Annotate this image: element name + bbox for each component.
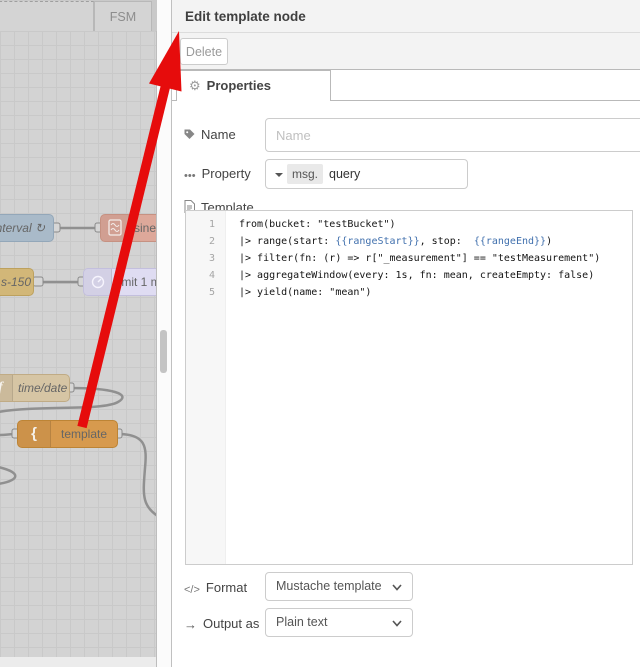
node-label: sineW: [134, 221, 157, 235]
workspace-tab-bar: FSM: [0, 0, 157, 31]
canvas-horizontal-scroll-track: [0, 657, 156, 667]
code-line: |> filter(fn: (r) => r["_measurement"] =…: [239, 253, 601, 264]
code-line: |> aggregateWindow(every: 1s, fn: mean, …: [239, 270, 595, 281]
output-as-label: → Output as: [184, 616, 260, 632]
format-select-value: Mustache template: [276, 579, 382, 593]
output-as-select[interactable]: Plain text: [265, 608, 413, 637]
template-brace-icon: {: [18, 421, 51, 447]
tab-properties[interactable]: ⚙ Properties: [176, 70, 331, 101]
node-label: time/date: [18, 381, 68, 395]
node-sinewave: sineW: [100, 214, 157, 242]
code-line: |> yield(name: "mean"): [239, 287, 372, 298]
code-brackets-icon: </>: [184, 584, 200, 596]
node-label: template: [60, 427, 108, 441]
workspace-tab-fsm: FSM: [94, 1, 152, 31]
format-label: </> Format: [184, 580, 248, 596]
property-typed-input[interactable]: msg. query: [265, 159, 468, 189]
flow-wires: [0, 222, 156, 517]
node-label: interval ↻: [0, 221, 46, 235]
node-label: limit 1 ms: [116, 275, 156, 289]
template-code-editor[interactable]: 12345 from(bucket: "testBucket") |> range…: [185, 210, 633, 565]
name-label: Name: [184, 127, 236, 142]
chevron-down-icon: [392, 584, 402, 591]
node-s150: s-150: [0, 268, 34, 296]
editor-code[interactable]: from(bucket: "testBucket") |> range(start…: [227, 211, 632, 564]
flow-workspace: FSM terval ↻ sine s-150 limit 1 time/dat…: [0, 0, 157, 667]
tray-tab-bar: ⚙ Properties: [172, 70, 640, 101]
property-value[interactable]: query: [329, 160, 360, 188]
canvas-scrollbar-track: [157, 0, 171, 667]
node-red-editor: FSM terval ↻ sine s-150 limit 1 time/dat…: [0, 0, 640, 667]
arrow-right-icon: →: [184, 617, 197, 632]
property-type-chip[interactable]: msg.: [287, 164, 324, 184]
edit-tray: Edit template node Delete ⚙ Properties Na…: [171, 0, 640, 667]
port-s150-out: [32, 276, 44, 287]
wire-edge-arc: [0, 466, 17, 485]
tag-icon: [184, 129, 195, 139]
node-label: s-150: [1, 275, 32, 289]
tray-form: Name •••Property msg. query Template 123…: [172, 101, 640, 667]
ellipsis-icon: •••: [184, 170, 196, 182]
wire-template-out: [117, 432, 156, 517]
node-template: { template: [17, 420, 118, 448]
flow-canvas: interval ↻ sineW s-150: [0, 31, 157, 667]
tray-toolbar: Delete: [172, 33, 640, 70]
chevron-down-icon: [392, 620, 402, 627]
format-select[interactable]: Mustache template: [265, 572, 413, 601]
tray-title: Edit template node: [172, 0, 640, 33]
code-line: |> range(start: {{rangeStart}}, stop: {{…: [239, 236, 553, 247]
delete-button[interactable]: Delete: [180, 38, 228, 65]
limit-clock-icon: [84, 269, 112, 295]
workspace-tab-partial: [0, 1, 94, 31]
name-input[interactable]: [265, 118, 640, 152]
output-select-value: Plain text: [276, 615, 328, 629]
node-limit: limit 1 ms: [83, 268, 156, 296]
sine-wave-icon: [101, 215, 129, 241]
tab-properties-label: Properties: [206, 78, 271, 93]
canvas-scrollbar-thumb: [160, 330, 167, 373]
node-interval: interval ↻: [0, 214, 54, 242]
node-timedate: f time/date: [0, 374, 70, 402]
property-label: ••• Property: [184, 166, 251, 182]
caret-down-icon[interactable]: [275, 173, 283, 177]
editor-gutter: 12345: [186, 211, 226, 564]
code-line: from(bucket: "testBucket"): [239, 219, 396, 230]
function-f-icon: f: [0, 375, 13, 401]
gear-icon: ⚙: [189, 78, 201, 93]
